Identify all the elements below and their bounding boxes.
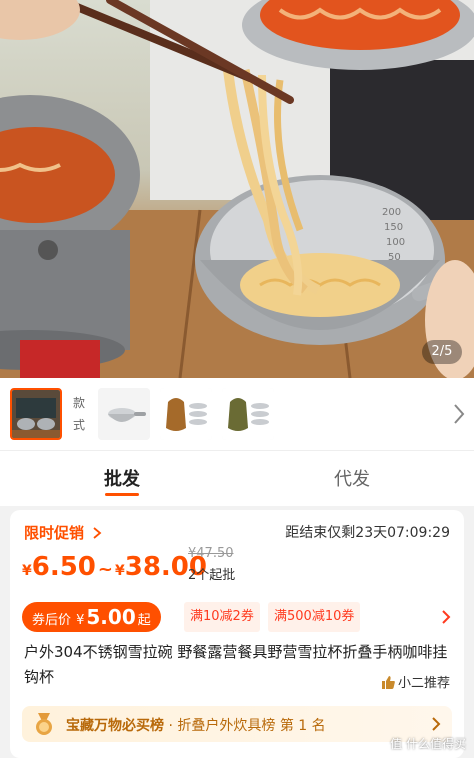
thumb-main-photo-image [12,390,60,438]
ranking-text: 宝藏万物必买榜 · 折叠户外炊具榜 第 1 名 [66,715,326,735]
coupon-tag[interactable]: 满500减10券 [268,602,361,632]
after-coupon-label: 券后价 [32,613,72,628]
svg-text:150: 150 [384,222,403,233]
noodle-bowl-photo: 200 150 100 50 [0,0,474,378]
style-thumbnail-strip: 款式 [0,378,474,450]
chevron-right-icon[interactable] [440,609,452,625]
thumb-bowl-set-green-pouch[interactable] [222,388,274,440]
thumbs-up-icon [381,676,395,689]
product-detail-page: 200 150 100 50 2/5 款式 批发 代发 限时促销 距结束仅剩23… [0,0,474,758]
product-hero-image[interactable]: 200 150 100 50 2/5 [0,0,474,378]
original-price: ¥47.50 [188,546,234,561]
price-low: 6.50 [31,552,96,582]
ranking-list-name: 宝藏万物必买榜 [66,718,164,734]
chevron-right-icon [432,717,441,731]
tab-wholesale[interactable]: 批发 [72,465,172,491]
tab-dropship[interactable]: 代发 [302,465,402,491]
gallery-page-indicator: 2/5 [422,340,462,364]
site-watermark: 值 什么值得买 [390,737,466,751]
coupon-tag[interactable]: 满10减2券 [184,602,260,632]
thumb-green-set-image [222,388,274,440]
ranking-bar[interactable]: 宝藏万物必买榜 · 折叠户外炊具榜 第 1 名 [22,706,452,742]
staff-recommend-badge: 小二推荐 [381,672,450,691]
minimum-order-quantity: 2个起批 [188,568,236,583]
medal-icon [36,713,52,735]
chevron-right-icon [93,527,102,539]
svg-text:50: 50 [388,252,401,263]
thumb-bowl-set-brown-pouch[interactable] [160,388,212,440]
coupon-row: 券后价 ¥5.00 起 满10减2券 满500减10券 [22,602,452,632]
ranking-category: 折叠户外炊具榜 [177,718,276,734]
thumb-bowl-with-handle[interactable] [98,388,150,440]
currency-symbol: ¥ [115,563,125,579]
promo-title[interactable]: 限时促销 [24,522,102,543]
thumb-main-photo[interactable] [10,388,62,440]
after-coupon-unit: 起 [137,613,151,628]
price-range: ¥6.50 ~ ¥38.00 [22,552,207,582]
promo-title-label: 限时促销 [24,524,85,542]
currency-symbol: ¥ [22,563,32,579]
ranking-separator: · [168,718,173,734]
price-separator: ~ [97,559,113,580]
ranking-position: 第 1 名 [279,718,326,734]
active-tab-underline [105,493,139,496]
style-label: 款式 [72,396,85,432]
svg-text:100: 100 [386,237,405,248]
staff-recommend-label: 小二推荐 [397,676,450,691]
purchase-mode-tabs: 批发 代发 [0,450,474,506]
currency-symbol: ¥ [76,613,85,628]
thumb-bowl-image [98,388,150,440]
svg-text:200: 200 [382,207,401,218]
after-coupon-price-badge[interactable]: 券后价 ¥5.00 起 [22,602,161,632]
chevron-right-icon[interactable] [452,402,466,426]
promo-countdown: 距结束仅剩23天07:09:29 [285,525,450,541]
thumb-brown-set-image [160,388,212,440]
after-coupon-value: 5.00 [86,605,136,629]
price-card: 限时促销 距结束仅剩23天07:09:29 ¥6.50 ~ ¥38.00 ¥47.5… [10,510,464,758]
